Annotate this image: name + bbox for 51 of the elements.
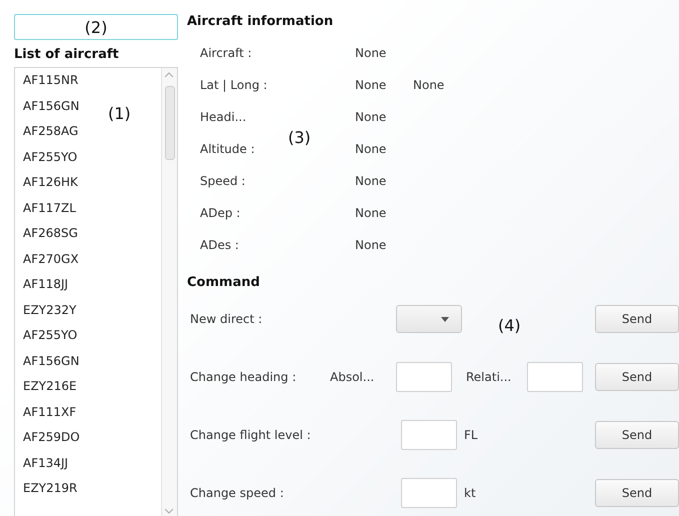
aircraft-item[interactable]: AF115NR [23,68,78,94]
aircraft-item[interactable]: AF156GN [23,94,80,119]
aircraft-item[interactable]: AF111XF [23,400,76,425]
info-value: None [355,238,388,252]
send-button[interactable]: Send [595,421,679,449]
command-label: Change heading : [190,370,298,384]
aircraft-item[interactable]: AF255YO [23,323,78,348]
aircraft-item[interactable]: AF117ZL [23,196,76,221]
list-title: List of aircraft [14,47,120,62]
unit-label: FL [463,428,479,442]
aircraft-item[interactable]: AF118JJ [23,272,68,298]
send-button[interactable]: Send [595,305,679,333]
info-label: Lat | Long : [200,78,268,92]
aircraft-item[interactable]: AF258AG [23,119,78,144]
info-value: None [355,142,388,156]
info-label: Aircraft : [200,46,253,60]
search-field[interactable]: (2) [14,14,178,40]
aircraft-item[interactable]: AF156GN [23,348,80,374]
annotation-label: (3) [288,128,311,147]
aircraft-item[interactable]: EZY216E [23,374,77,400]
relative-label: Relati... [465,370,512,384]
command-label: New direct : [190,312,264,326]
annotation-label: (1) [108,104,131,123]
info-value: None [355,46,388,60]
aircraft-item[interactable]: AF255YO [23,144,78,170]
aircraft-item[interactable]: EZY232Y [23,298,76,323]
section-title: Command [187,275,261,290]
unit-label: kt [463,486,477,500]
info-value: None [355,206,388,220]
info-value: None [355,78,388,92]
info-label: ADep : [200,206,242,220]
info-value: None [355,110,388,124]
command-label: Change speed : [190,486,285,500]
info-label: Altitude : [200,142,256,156]
aircraft-item[interactable]: AF134JJ [23,450,68,476]
info-value: None [355,174,388,188]
aircraft-item[interactable]: EZY219R [23,476,78,502]
aircraft-item[interactable]: AF270GX [23,246,79,272]
command-label: Change flight level : [190,428,312,442]
aircraft-item[interactable]: AF126HK [23,170,78,196]
info-value: None [413,78,446,92]
info-label: ADes : [200,238,240,252]
aircraft-item[interactable]: AF259DO [23,425,80,450]
aircraft-item[interactable]: AF268SG [23,221,78,246]
info-label: Speed : [200,174,246,188]
section-title: Aircraft information [187,14,334,29]
info-label: Headi... [200,110,248,124]
send-button[interactable]: Send [595,479,679,507]
absolute-label: Absol... [330,370,376,384]
annotation-label: (4) [498,316,521,335]
send-button[interactable]: Send [595,363,679,391]
